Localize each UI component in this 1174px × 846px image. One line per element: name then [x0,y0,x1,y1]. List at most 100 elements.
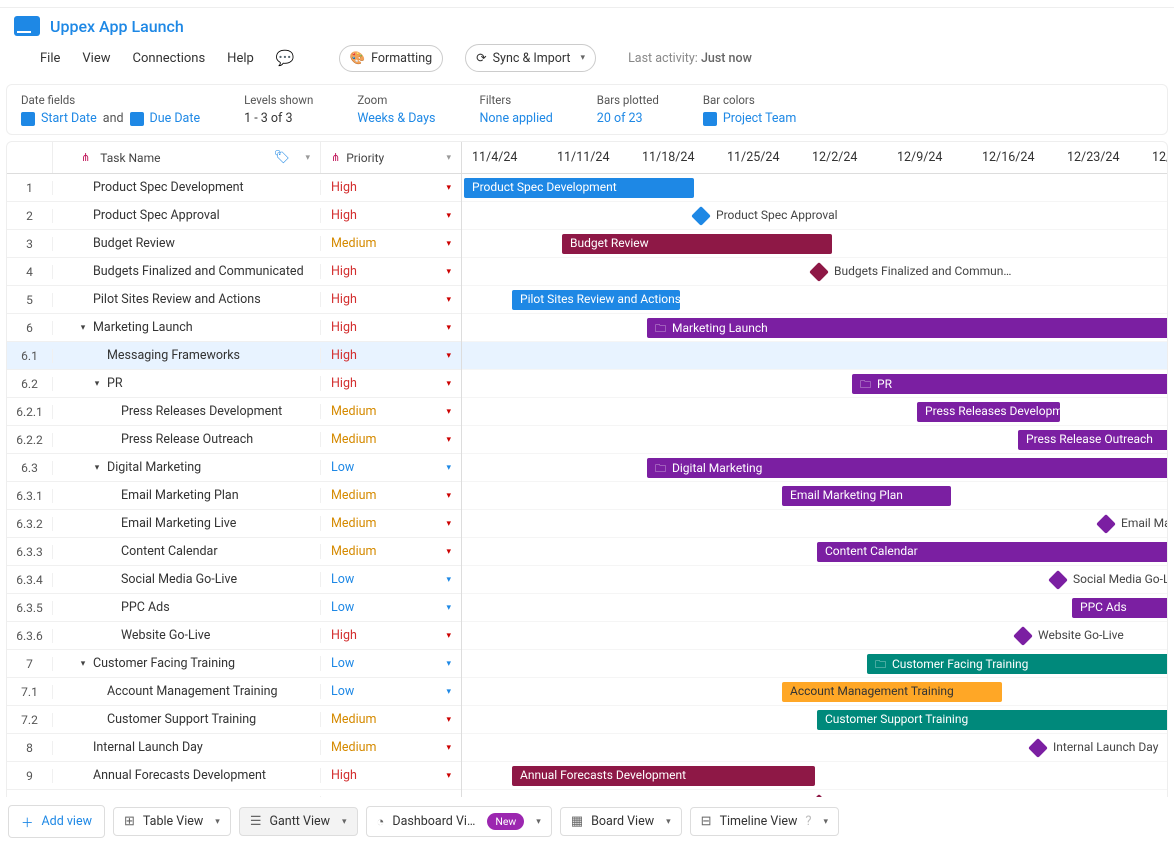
chevron-down-icon[interactable]: ▾ [446,407,451,417]
table-view-tab[interactable]: ⊞ Table View ▾ [113,807,231,836]
task-name-cell[interactable]: Product Spec Development [53,180,321,195]
table-row[interactable]: 2Product Spec ApprovalHigh▾ [7,202,461,230]
priority-header[interactable]: ⋔ Priority ▾ [321,142,461,173]
priority-cell[interactable]: Low▾ [321,572,461,587]
task-name-cell[interactable]: PPC Ads [53,600,321,615]
priority-cell[interactable]: High▾ [321,376,461,391]
gantt-bar[interactable]: Press Releases Development [917,402,1060,422]
priority-cell[interactable]: Medium▾ [321,404,461,419]
table-row[interactable]: 3Budget ReviewMedium▾ [7,230,461,258]
task-name-cell[interactable]: Messaging Frameworks [53,348,321,363]
date-fields-value[interactable]: Start Date and Due Date [21,111,200,126]
table-row[interactable]: 6.3.1Email Marketing PlanMedium▾ [7,482,461,510]
gantt-bar[interactable]: Press Release Outreach [1018,430,1167,450]
table-row[interactable]: 6.2▾PRHigh▾ [7,370,461,398]
priority-cell[interactable]: Low▾ [321,684,461,699]
table-row[interactable]: 8Internal Launch DayMedium▾ [7,734,461,762]
chevron-down-icon[interactable]: ▾ [446,211,451,221]
chevron-down-icon[interactable]: ▾ [446,379,451,389]
chevron-down-icon[interactable]: ▾ [446,463,451,473]
priority-cell[interactable]: High▾ [321,208,461,223]
add-view-button[interactable]: ＋ Add view [8,805,105,838]
table-row[interactable]: 7▾Customer Facing TrainingLow▾ [7,650,461,678]
priority-cell[interactable]: High▾ [321,768,461,783]
expand-caret-icon[interactable]: ▾ [91,379,103,389]
priority-cell[interactable]: Medium▾ [321,236,461,251]
priority-cell[interactable]: Medium▾ [321,488,461,503]
table-row[interactable]: 4Budgets Finalized and CommunicatedHigh▾ [7,258,461,286]
task-name-cell[interactable]: ▾Marketing Launch [53,320,321,335]
chevron-down-icon[interactable]: ▾ [446,715,451,725]
gantt-bar[interactable]: Account Management Training [782,682,1002,702]
expand-caret-icon[interactable]: ▾ [91,463,103,473]
zoom-value[interactable]: Weeks & Days [357,111,435,126]
chevron-down-icon[interactable]: ▾ [446,659,451,669]
task-name-cell[interactable]: Social Media Go-Live [53,572,321,587]
task-name-cell[interactable]: Email Marketing Live [53,516,321,531]
table-row[interactable]: 6.3.4Social Media Go-LiveLow▾ [7,566,461,594]
chevron-down-icon[interactable]: ▾ [446,743,451,753]
table-row[interactable]: 6▾Marketing LaunchHigh▾ [7,314,461,342]
chevron-down-icon[interactable]: ▾ [305,153,310,163]
chevron-down-icon[interactable]: ▾ [446,491,451,501]
colors-value[interactable]: Project Team [703,111,796,126]
task-name-cell[interactable]: Press Releases Development [53,404,321,419]
priority-cell[interactable]: Medium▾ [321,544,461,559]
expand-caret-icon[interactable]: ▾ [77,323,89,333]
filters-value[interactable]: None applied [480,111,553,126]
tag-icon[interactable]: 🏷 [273,150,290,165]
table-row[interactable]: 6.3.5PPC AdsLow▾ [7,594,461,622]
chevron-down-icon[interactable]: ▾ [446,295,451,305]
task-name-cell[interactable]: Pilot Sites Review and Actions [53,292,321,307]
sync-import-button[interactable]: ⟳ Sync & Import ▾ [465,44,596,72]
priority-cell[interactable]: Medium▾ [321,712,461,727]
gantt-bar[interactable]: Budget Review [562,234,832,254]
chevron-down-icon[interactable]: ▾ [446,183,451,193]
gantt-bar[interactable]: Pilot Sites Review and Actions [512,290,680,310]
chevron-down-icon[interactable]: ▾ [446,575,451,585]
task-name-cell[interactable]: ▾Digital Marketing [53,460,321,475]
chevron-down-icon[interactable]: ▾ [446,519,451,529]
table-row[interactable]: 9Annual Forecasts DevelopmentHigh▾ [7,762,461,790]
task-name-cell[interactable]: Account Management Training [53,684,321,699]
levels-value[interactable]: 1 - 3 of 3 [244,111,313,126]
table-row[interactable]: 6.3.3Content CalendarMedium▾ [7,538,461,566]
task-name-cell[interactable]: Customer Support Training [53,712,321,727]
menu-file[interactable]: File [40,51,60,66]
chevron-down-icon[interactable]: ▾ [446,435,451,445]
table-row[interactable]: 6.2.1Press Releases DevelopmentMedium▾ [7,398,461,426]
priority-cell[interactable]: High▾ [321,264,461,279]
comments-icon[interactable]: 💬 [276,49,295,67]
chevron-down-icon[interactable]: ▾ [446,547,451,557]
gantt-bar[interactable]: Marketing Launch [647,318,1167,338]
gantt-bar[interactable]: PR [852,374,1167,394]
chevron-down-icon[interactable]: ▾ [446,687,451,697]
task-name-header[interactable]: ⋔ Task Name 🏷 ▾ [53,142,321,173]
gantt-bar[interactable]: Digital Marketing [647,458,1167,478]
task-name-cell[interactable]: Internal Launch Day [53,740,321,755]
task-name-cell[interactable]: ▾PR [53,376,321,391]
gantt-bar[interactable]: PPC Ads [1072,598,1167,618]
table-row[interactable]: 6.3▾Digital MarketingLow▾ [7,454,461,482]
gantt-body[interactable]: Product Spec DevelopmentProduct Spec App… [462,174,1167,818]
chevron-down-icon[interactable]: ▾ [446,351,451,361]
task-name-cell[interactable]: Annual Forecasts Development [53,768,321,783]
chevron-down-icon[interactable]: ▾ [446,239,451,249]
gantt-bar[interactable]: Email Marketing Plan [782,486,951,506]
menu-view[interactable]: View [82,51,110,66]
chevron-down-icon[interactable]: ▾ [446,631,451,641]
table-row[interactable]: 1Product Spec DevelopmentHigh▾ [7,174,461,202]
formatting-button[interactable]: 🎨 Formatting [339,45,444,72]
board-view-tab[interactable]: ▦ Board View ▾ [560,807,682,836]
gantt-view-tab[interactable]: ☰ Gantt View ▾ [239,807,358,836]
task-name-cell[interactable]: Email Marketing Plan [53,488,321,503]
table-row[interactable]: 7.2Customer Support TrainingMedium▾ [7,706,461,734]
timeline-view-tab[interactable]: ⊟ Timeline View ? ▾ [690,807,839,836]
task-name-cell[interactable]: Budgets Finalized and Communicated [53,264,321,279]
table-row[interactable]: 6.3.6Website Go-LiveHigh▾ [7,622,461,650]
priority-cell[interactable]: High▾ [321,348,461,363]
chevron-down-icon[interactable]: ▾ [446,323,451,333]
menu-help[interactable]: Help [227,51,254,66]
task-name-cell[interactable]: ▾Customer Facing Training [53,656,321,671]
priority-cell[interactable]: High▾ [321,320,461,335]
